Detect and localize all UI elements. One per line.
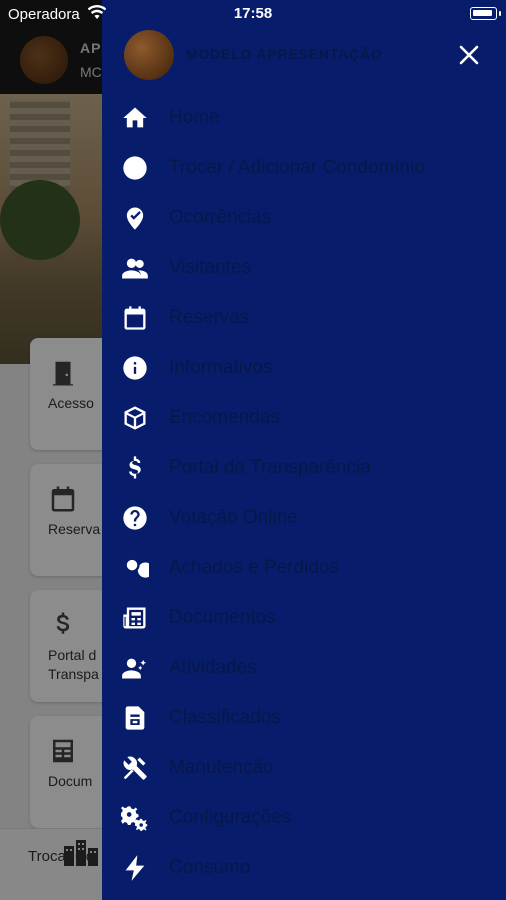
menu-item-label: Ocorrências: [169, 207, 272, 228]
menu-item-informativos[interactable]: Informativos: [102, 343, 506, 393]
status-time: 17:58: [233, 5, 273, 22]
menu-item-atividades[interactable]: Atividades: [102, 643, 506, 693]
newspaper-icon: [120, 603, 150, 633]
menu-item-classificados[interactable]: Classificados: [102, 693, 506, 743]
menu-item-votacao-online[interactable]: Votação Online: [102, 493, 506, 543]
menu-item-home[interactable]: Home: [102, 93, 506, 143]
checkmark-pin-icon: [120, 203, 150, 233]
navigation-drawer: MODELO APRESENTAÇÃO Home Trocar / Adicio…: [102, 0, 506, 900]
menu-item-visitantes[interactable]: Visitantes: [102, 243, 506, 293]
menu-item-label: Trocar / Adicionar Condomínio: [169, 157, 425, 178]
menu-item-label: Atividades: [169, 657, 257, 678]
people-sparkle-icon: [120, 653, 150, 683]
document-icon: [120, 703, 150, 733]
battery-icon: [470, 7, 497, 20]
menu-item-encomendas[interactable]: Encomendas: [102, 393, 506, 443]
menu-item-trocar-condominio[interactable]: Trocar / Adicionar Condomínio: [102, 143, 506, 193]
menu-item-achados-perdidos[interactable]: Achados e Perdidos: [102, 543, 506, 593]
menu-item-label: Manutenção: [169, 757, 274, 778]
info-icon: [120, 353, 150, 383]
menu-item-documentos[interactable]: Documentos: [102, 593, 506, 643]
calendar-icon: [120, 303, 150, 333]
condominium-name: MODELO APRESENTAÇÃO: [186, 46, 383, 62]
menu-item-consumo[interactable]: Consumo: [102, 843, 506, 893]
menu-item-label: Consumo: [169, 857, 251, 878]
menu-item-label: Documentos: [169, 607, 276, 628]
menu-item-label: Home: [169, 107, 220, 128]
lightning-icon: [120, 853, 150, 883]
gears-icon: [120, 803, 150, 833]
menu-item-label: Reservas: [169, 307, 250, 328]
menu-item-label: Achados e Perdidos: [169, 557, 340, 578]
swap-icon: [120, 153, 150, 183]
avatar[interactable]: [124, 30, 174, 80]
tools-icon: [120, 753, 150, 783]
people-icon: [120, 253, 150, 283]
menu-item-label: Encomendas: [169, 407, 280, 428]
menu-item-label: Classificados: [169, 707, 281, 728]
menu-item-label: Votação Online: [169, 507, 298, 528]
home-icon: [120, 103, 150, 133]
menu-item-label: Configurações: [169, 807, 292, 828]
menu-item-manutencao[interactable]: Manutenção: [102, 743, 506, 793]
menu-item-label: Portal da Transparência: [169, 457, 371, 478]
package-icon: [120, 403, 150, 433]
close-icon[interactable]: [454, 40, 484, 70]
menu-item-reservas[interactable]: Reservas: [102, 293, 506, 343]
drawer-menu: Home Trocar / Adicionar Condomínio Ocorr…: [102, 93, 506, 893]
search-icon: [120, 553, 150, 583]
menu-item-label: Visitantes: [169, 257, 252, 278]
status-bar: Operadora 17:58: [0, 0, 506, 30]
menu-item-ocorrencias[interactable]: Ocorrências: [102, 193, 506, 243]
question-icon: [120, 503, 150, 533]
menu-item-label: Informativos: [169, 357, 273, 378]
battery-tip: [499, 11, 501, 16]
menu-item-portal-transparencia[interactable]: Portal da Transparência: [102, 443, 506, 493]
dollar-icon: [120, 453, 150, 483]
menu-item-configuracoes[interactable]: Configurações: [102, 793, 506, 843]
